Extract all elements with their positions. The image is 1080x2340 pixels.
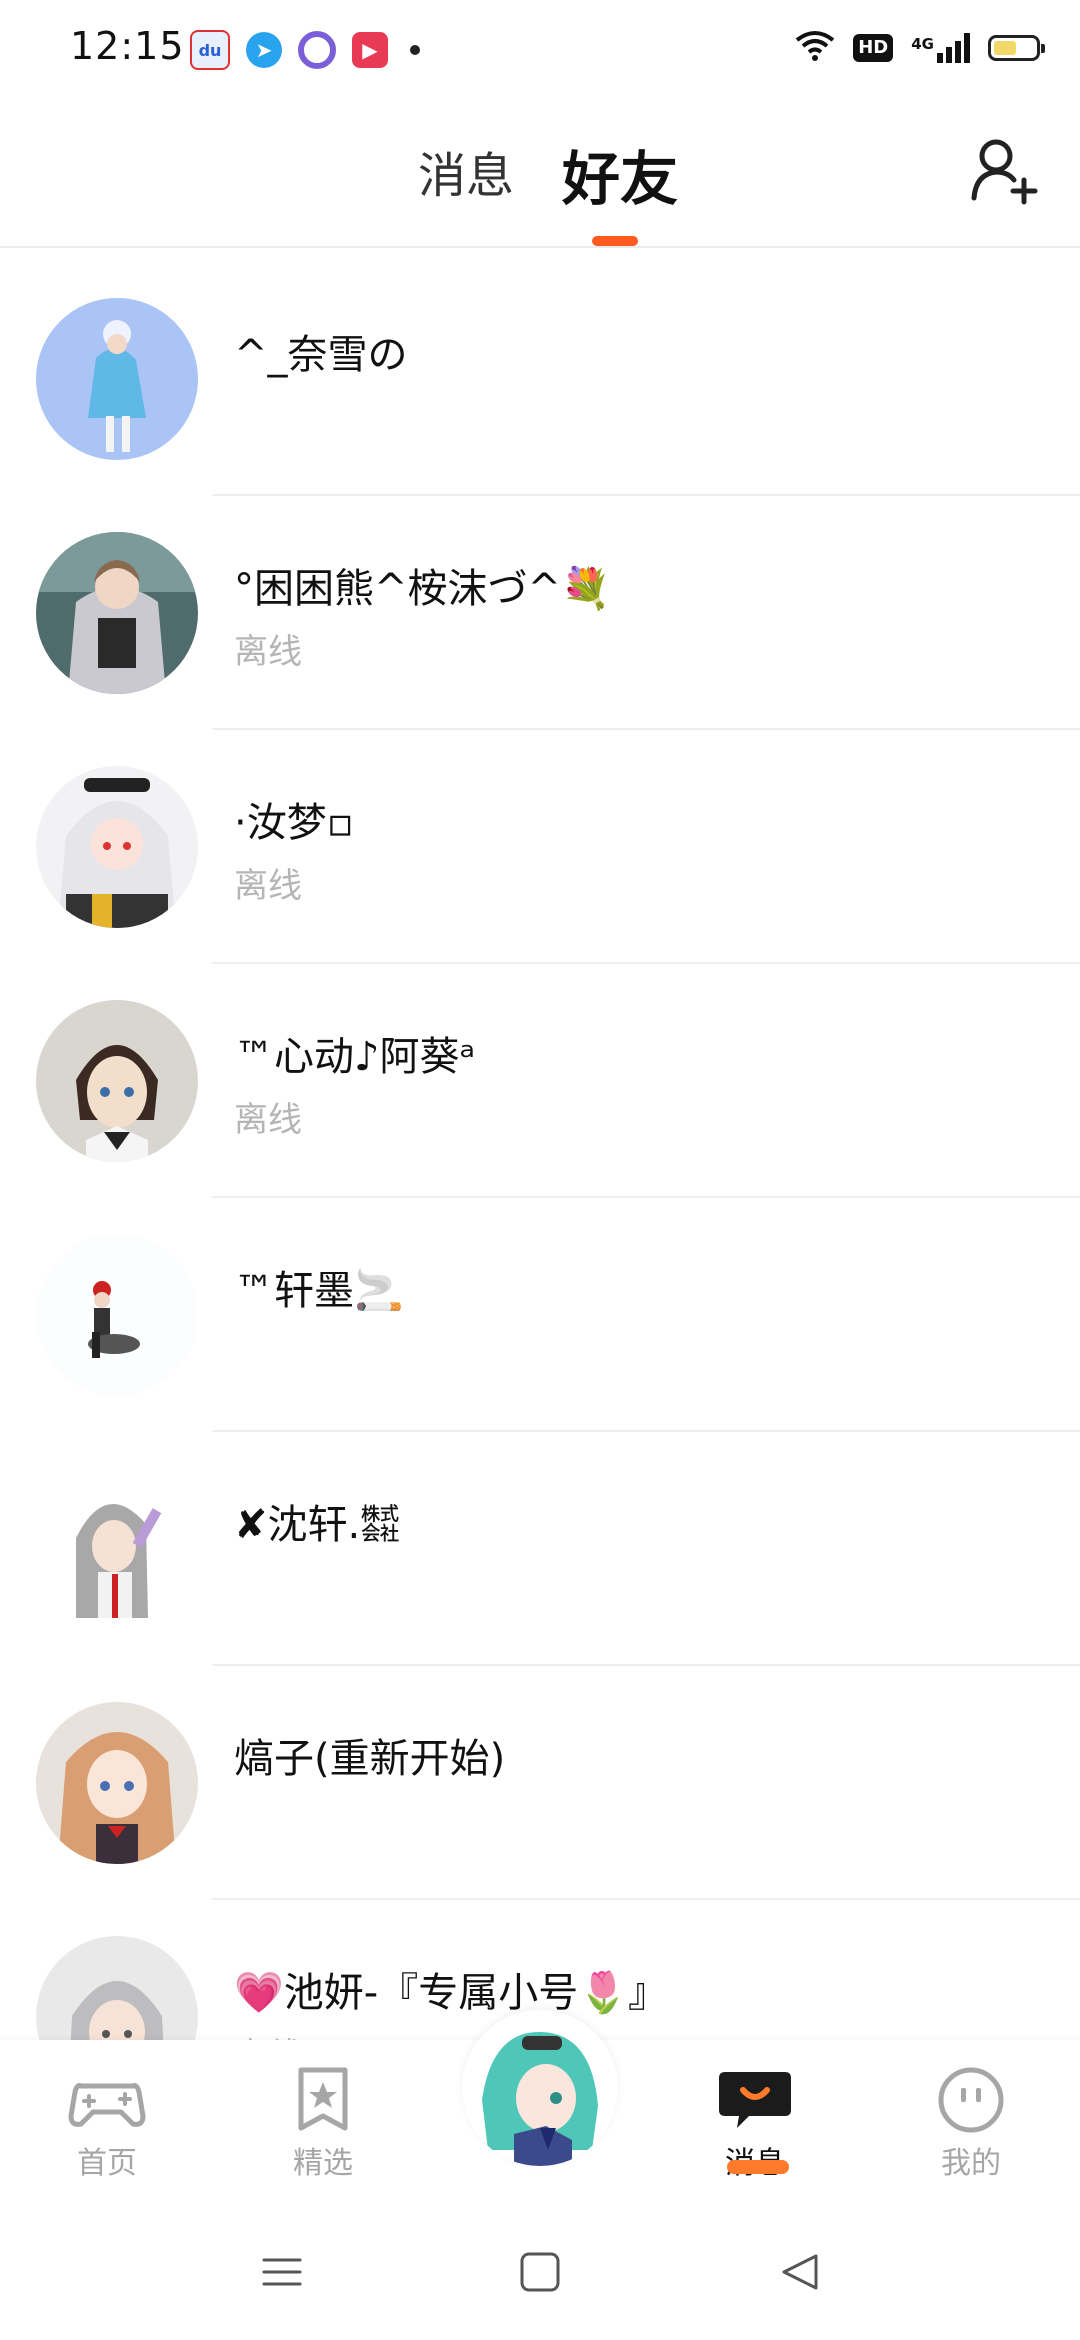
system-nav-bar <box>0 2200 1080 2340</box>
nav-home-label: 首页 <box>77 2146 137 2181</box>
paper-plane-app-icon: ➤ <box>246 32 282 68</box>
baidu-app-icon: du <box>190 30 230 70</box>
friend-status: 离线 <box>234 632 302 672</box>
friend-row[interactable]: °困困熊^桉沫づ^💐 离线 <box>0 496 1080 730</box>
nav-mine[interactable]: 我的 <box>906 2064 1036 2182</box>
friend-name: 熇子(重新开始) <box>234 1736 506 1782</box>
friend-name: ^_奈雪の <box>234 332 408 378</box>
friend-name: ™轩墨🚬 <box>234 1268 404 1314</box>
bottom-nav: 首页 精选 消息 <box>0 2010 1080 2200</box>
friend-name: °困困熊^桉沫づ^💐 <box>234 566 611 612</box>
friend-row[interactable]: ·汝梦▫ 离线 <box>0 730 1080 964</box>
active-nav-indicator <box>727 2160 789 2174</box>
video-play-app-icon: ▶ <box>352 32 388 68</box>
avatar[interactable] <box>36 532 198 694</box>
battery-icon <box>988 35 1045 61</box>
friend-row[interactable]: ™轩墨🚬 <box>0 1198 1080 1432</box>
avatar[interactable] <box>36 1000 198 1162</box>
friend-name: ·汝梦▫ <box>234 800 354 846</box>
more-notifications-dot <box>410 45 420 55</box>
active-tab-indicator <box>592 236 638 246</box>
hd-icon: HD <box>853 34 894 62</box>
nav-featured-label: 精选 <box>293 2146 353 2181</box>
circle-app-icon <box>298 31 336 69</box>
network-type-label: 4G <box>911 35 934 53</box>
friend-name: ™心动♪阿葵ᵃ <box>234 1034 476 1080</box>
top-tab-bar: 消息 好友 <box>0 96 1080 248</box>
tab-friends[interactable]: 好友 <box>562 132 678 216</box>
status-bar: 12:15 du ➤ ▶ HD 4G <box>0 0 1080 96</box>
friend-name: 💗池妍-『专属小号🌷』 <box>234 1970 669 2016</box>
wifi-icon <box>795 30 835 66</box>
avatar[interactable] <box>36 1936 198 2042</box>
friend-status: 离线 <box>234 1100 302 1140</box>
star-bookmark-icon <box>298 2067 348 2131</box>
tab-messages[interactable]: 消息 <box>418 136 514 206</box>
cell-signal-icon: 4G <box>911 33 970 63</box>
home-square-icon[interactable] <box>518 2250 562 2294</box>
nav-featured[interactable]: 精选 <box>258 2064 388 2182</box>
center-avatar-button[interactable] <box>462 2010 618 2166</box>
gamepad-icon <box>68 2083 146 2127</box>
avatar[interactable] <box>36 1234 198 1396</box>
avatar[interactable] <box>36 1468 198 1630</box>
avatar[interactable] <box>36 1702 198 1864</box>
nav-mine-label: 我的 <box>941 2146 1001 2181</box>
friend-row[interactable]: 熇子(重新开始) <box>0 1666 1080 1900</box>
friends-screen: 12:15 du ➤ ▶ HD 4G 消息 好友 ^_奈雪の °困困熊^桉沫づ^… <box>0 0 1080 2340</box>
avatar[interactable] <box>36 766 198 928</box>
clock: 12:15 <box>70 24 185 68</box>
menu-icon[interactable] <box>260 2250 304 2294</box>
notification-icons: du ➤ ▶ <box>190 30 420 70</box>
add-user-icon[interactable] <box>968 136 1038 206</box>
friend-row[interactable]: ™心动♪阿葵ᵃ 离线 <box>0 964 1080 1198</box>
face-icon <box>938 2067 1004 2133</box>
friend-row[interactable]: ^_奈雪の <box>0 262 1080 496</box>
friend-list: ^_奈雪の °困困熊^桉沫づ^💐 离线 ·汝梦▫ 离线 ™心动♪阿葵ᵃ 离线 ™… <box>0 262 1080 2042</box>
back-triangle-icon[interactable] <box>778 2250 822 2294</box>
system-status-icons: HD 4G <box>777 28 1045 68</box>
friend-name: ✘沈轩.㍿ <box>234 1502 401 1548</box>
friend-status: 离线 <box>234 866 302 906</box>
friend-row[interactable]: ✘沈轩.㍿ <box>0 1432 1080 1666</box>
avatar[interactable] <box>36 298 198 460</box>
nav-home[interactable]: 首页 <box>42 2064 172 2182</box>
chat-bubble-icon <box>719 2072 791 2128</box>
